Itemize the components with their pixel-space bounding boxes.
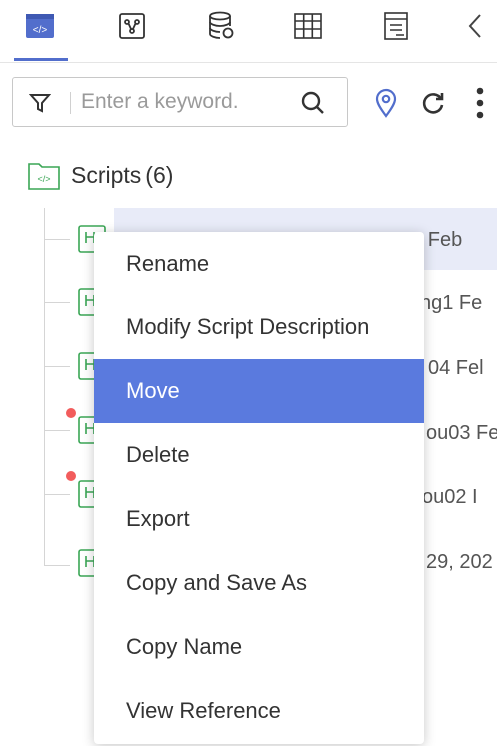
database-icon[interactable] (205, 10, 237, 42)
location-icon[interactable] (372, 87, 400, 119)
node-icon[interactable] (116, 10, 148, 42)
folder-code-icon: </> (27, 159, 61, 191)
menu-item-move[interactable]: Move (94, 359, 424, 423)
tree-row-text: ng1 Fe (420, 292, 483, 314)
tree-branch-line (44, 494, 70, 495)
menu-item-modify-description[interactable]: Modify Script Description (94, 295, 424, 359)
table-icon[interactable] (292, 10, 324, 42)
menu-item-copy-name[interactable]: Copy Name (94, 615, 424, 679)
script-icon[interactable]: </> (24, 10, 56, 42)
tree-row-text: 29, 202 (426, 551, 493, 573)
tree-row-text: ou03 Fe (426, 422, 497, 444)
active-tab-indicator (14, 58, 68, 61)
tree-guide-line (44, 208, 45, 566)
tree-branch-line (44, 302, 70, 303)
menu-item-export[interactable]: Export (94, 487, 424, 551)
tree-row-text: 04 Fel (428, 357, 484, 379)
menu-item-delete[interactable]: Delete (94, 423, 424, 487)
search-icon[interactable] (299, 89, 327, 117)
search-input[interactable] (81, 86, 291, 118)
status-dot (66, 408, 76, 418)
toolbar: </> (0, 0, 497, 63)
tree-root-label: Scripts (71, 161, 142, 188)
svg-text:</>: </> (37, 174, 50, 184)
tree-branch-line (44, 366, 70, 367)
menu-item-view-reference[interactable]: View Reference (94, 679, 424, 743)
tree-branch-line (44, 239, 70, 240)
more-icon[interactable] (472, 86, 488, 120)
svg-text:</>: </> (33, 25, 48, 36)
tree-root-scripts[interactable]: </> Scripts (6) (27, 157, 173, 193)
status-dot (66, 471, 76, 481)
refresh-icon[interactable] (418, 88, 448, 118)
tree-root-count: (6) (145, 161, 174, 188)
tree-row-text: ou02 I (422, 486, 478, 508)
filter-icon[interactable] (27, 90, 53, 116)
menu-item-rename[interactable]: Rename (94, 232, 424, 296)
search-divider (70, 92, 71, 114)
tree-branch-line (44, 565, 70, 566)
context-menu: Rename Modify Script Description Move De… (94, 232, 424, 744)
tree-branch-line (44, 430, 70, 431)
search-box (12, 77, 348, 127)
menu-item-copy-and-save-as[interactable]: Copy and Save As (94, 551, 424, 615)
document-icon[interactable] (380, 10, 412, 42)
chevron-left-icon[interactable] (459, 10, 491, 42)
